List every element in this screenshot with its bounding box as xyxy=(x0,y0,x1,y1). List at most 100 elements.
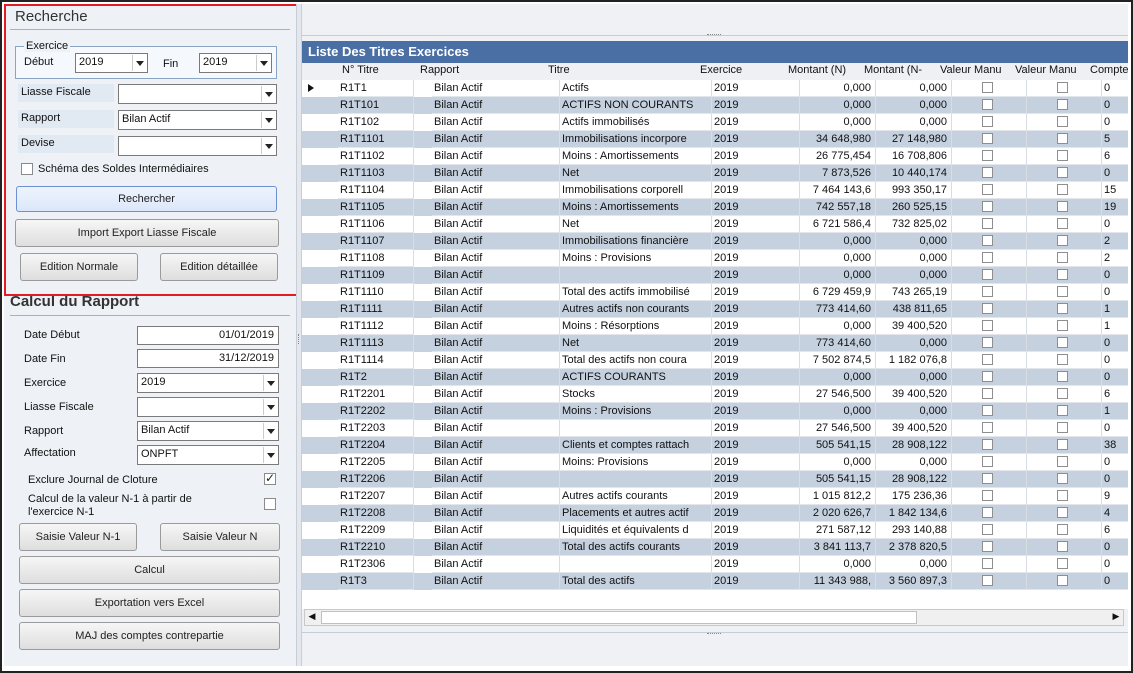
table-cell[interactable] xyxy=(1027,539,1102,556)
table-row[interactable]: R1T2205 Bilan Actif Moins: Provisions 2019 0… xyxy=(302,454,1128,471)
valeur-manu-checkbox[interactable] xyxy=(982,490,993,501)
horizontal-scrollbar[interactable]: ◀ ▶ xyxy=(304,609,1124,626)
table-cell[interactable] xyxy=(1027,199,1102,216)
table-row[interactable]: R1T2203 Bilan Actif 2019 27 546,500 39 400,5… xyxy=(302,420,1128,437)
valeur-manu-checkbox[interactable] xyxy=(1057,388,1068,399)
valeur-manu-checkbox[interactable] xyxy=(982,133,993,144)
table-cell[interactable] xyxy=(952,80,1027,97)
table-row[interactable]: R1T2201 Bilan Actif Stocks 2019 27 546,500 39… xyxy=(302,386,1128,403)
table-row[interactable]: R1T1104 Bilan Actif Immobilisations corpor… xyxy=(302,182,1128,199)
table-row[interactable]: R1T1101 Bilan Actif Immobilisations incorp… xyxy=(302,131,1128,148)
calcul-rapport-select[interactable]: Bilan Actif xyxy=(137,421,279,441)
table-cell[interactable] xyxy=(1027,216,1102,233)
table-row[interactable]: R1T2207 Bilan Actif Autres actifs courants… xyxy=(302,488,1128,505)
table-cell[interactable] xyxy=(952,148,1027,165)
table-cell[interactable] xyxy=(952,505,1027,522)
valeur-manu-checkbox[interactable] xyxy=(1057,82,1068,93)
table-row[interactable]: R1T1106 Bilan Actif Net 2019 6 721 586,4 732 … xyxy=(302,216,1128,233)
chevron-down-icon[interactable] xyxy=(263,399,277,415)
table-row[interactable]: R1T1103 Bilan Actif Net 2019 7 873,526 10 440… xyxy=(302,165,1128,182)
valeur-manu-checkbox[interactable] xyxy=(982,558,993,569)
table-cell[interactable] xyxy=(1027,97,1102,114)
valeur-manu-checkbox[interactable] xyxy=(982,371,993,382)
table-cell[interactable] xyxy=(1027,267,1102,284)
valeur-manu-checkbox[interactable] xyxy=(1057,405,1068,416)
table-cell[interactable] xyxy=(952,131,1027,148)
table-cell[interactable] xyxy=(952,97,1027,114)
column-header[interactable]: Montant (N) xyxy=(788,64,860,76)
table-cell[interactable] xyxy=(952,420,1027,437)
table-cell[interactable] xyxy=(952,573,1027,590)
table-row[interactable]: R1T1102 Bilan Actif Moins : Amortissements… xyxy=(302,148,1128,165)
valeur-manu-checkbox[interactable] xyxy=(1057,218,1068,229)
table-cell[interactable] xyxy=(1027,182,1102,199)
valeur-manu-checkbox[interactable] xyxy=(982,116,993,127)
valeur-manu-checkbox[interactable] xyxy=(1057,167,1068,178)
valeur-manu-checkbox[interactable] xyxy=(1057,422,1068,433)
table-cell[interactable] xyxy=(952,352,1027,369)
valeur-manu-checkbox[interactable] xyxy=(982,99,993,110)
valeur-manu-checkbox[interactable] xyxy=(982,507,993,518)
table-cell[interactable] xyxy=(952,199,1027,216)
export-excel-button[interactable]: Exportation vers Excel xyxy=(19,589,280,617)
valeur-manu-checkbox[interactable] xyxy=(982,167,993,178)
valeur-manu-checkbox[interactable] xyxy=(982,269,993,280)
table-cell[interactable] xyxy=(952,522,1027,539)
calcul-liasse-select[interactable] xyxy=(137,397,279,417)
valeur-manu-checkbox[interactable] xyxy=(1057,252,1068,263)
table-cell[interactable] xyxy=(952,216,1027,233)
table-row[interactable]: R1T2204 Bilan Actif Clients et comptes rat… xyxy=(302,437,1128,454)
valeur-manu-checkbox[interactable] xyxy=(982,541,993,552)
valeur-manu-checkbox[interactable] xyxy=(1057,269,1068,280)
table-row[interactable]: R1T102 Bilan Actif Actifs immobilisés 2019 0… xyxy=(302,114,1128,131)
table-cell[interactable] xyxy=(952,284,1027,301)
table-cell[interactable] xyxy=(1027,165,1102,182)
table-cell[interactable] xyxy=(952,403,1027,420)
table-cell[interactable] xyxy=(952,267,1027,284)
table-cell[interactable] xyxy=(952,114,1027,131)
table-cell[interactable] xyxy=(1027,114,1102,131)
exclure-checkbox[interactable] xyxy=(264,471,276,485)
valeur-manu-checkbox[interactable] xyxy=(982,405,993,416)
column-header[interactable]: Valeur Manu xyxy=(1015,64,1086,76)
table-row[interactable]: R1T2209 Bilan Actif Liquidités et équivale… xyxy=(302,522,1128,539)
table-cell[interactable] xyxy=(1027,284,1102,301)
table-row[interactable]: R1T1107 Bilan Actif Immobilisations financ… xyxy=(302,233,1128,250)
table-row[interactable]: R1T2306 Bilan Actif 2019 0,000 0,000 0 xyxy=(302,556,1128,573)
table-cell[interactable] xyxy=(952,437,1027,454)
exercice-select[interactable]: 2019 xyxy=(137,373,279,393)
table-cell[interactable] xyxy=(1027,437,1102,454)
table-cell[interactable] xyxy=(1027,522,1102,539)
table-cell[interactable] xyxy=(1027,131,1102,148)
date-fin-input[interactable]: 31/12/2019 xyxy=(137,349,279,368)
valeur-manu-checkbox[interactable] xyxy=(1057,320,1068,331)
column-header[interactable]: Valeur Manu xyxy=(940,64,1011,76)
column-header[interactable]: Rapport xyxy=(420,64,544,76)
table-cell[interactable] xyxy=(952,369,1027,386)
valeur-manu-checkbox[interactable] xyxy=(1057,490,1068,501)
chevron-down-icon[interactable] xyxy=(263,447,277,463)
chevron-down-icon[interactable] xyxy=(263,375,277,391)
valeur-manu-checkbox[interactable] xyxy=(982,201,993,212)
valeur-manu-checkbox[interactable] xyxy=(982,218,993,229)
valeur-manu-checkbox[interactable] xyxy=(982,456,993,467)
table-row[interactable]: R1T2206 Bilan Actif 2019 505 541,15 28 908,1… xyxy=(302,471,1128,488)
valeur-manu-checkbox[interactable] xyxy=(1057,371,1068,382)
valeur-manu-checkbox[interactable] xyxy=(982,439,993,450)
valeur-manu-checkbox[interactable] xyxy=(1057,201,1068,212)
valeur-manu-checkbox[interactable] xyxy=(982,184,993,195)
table-cell[interactable] xyxy=(1027,488,1102,505)
table-cell[interactable] xyxy=(1027,250,1102,267)
table-row[interactable]: R1T1114 Bilan Actif Total des actifs non c… xyxy=(302,352,1128,369)
valeur-manu-checkbox[interactable] xyxy=(982,252,993,263)
column-header[interactable]: Montant (N- xyxy=(864,64,936,76)
table-cell[interactable] xyxy=(952,386,1027,403)
column-header[interactable]: Titre xyxy=(548,64,696,76)
valeur-manu-checkbox[interactable] xyxy=(1057,575,1068,586)
valeur-manu-checkbox[interactable] xyxy=(1057,439,1068,450)
table-cell[interactable] xyxy=(1027,369,1102,386)
table-cell[interactable] xyxy=(952,182,1027,199)
table-cell[interactable] xyxy=(952,165,1027,182)
table-cell[interactable] xyxy=(1027,573,1102,590)
table-cell[interactable] xyxy=(1027,80,1102,97)
